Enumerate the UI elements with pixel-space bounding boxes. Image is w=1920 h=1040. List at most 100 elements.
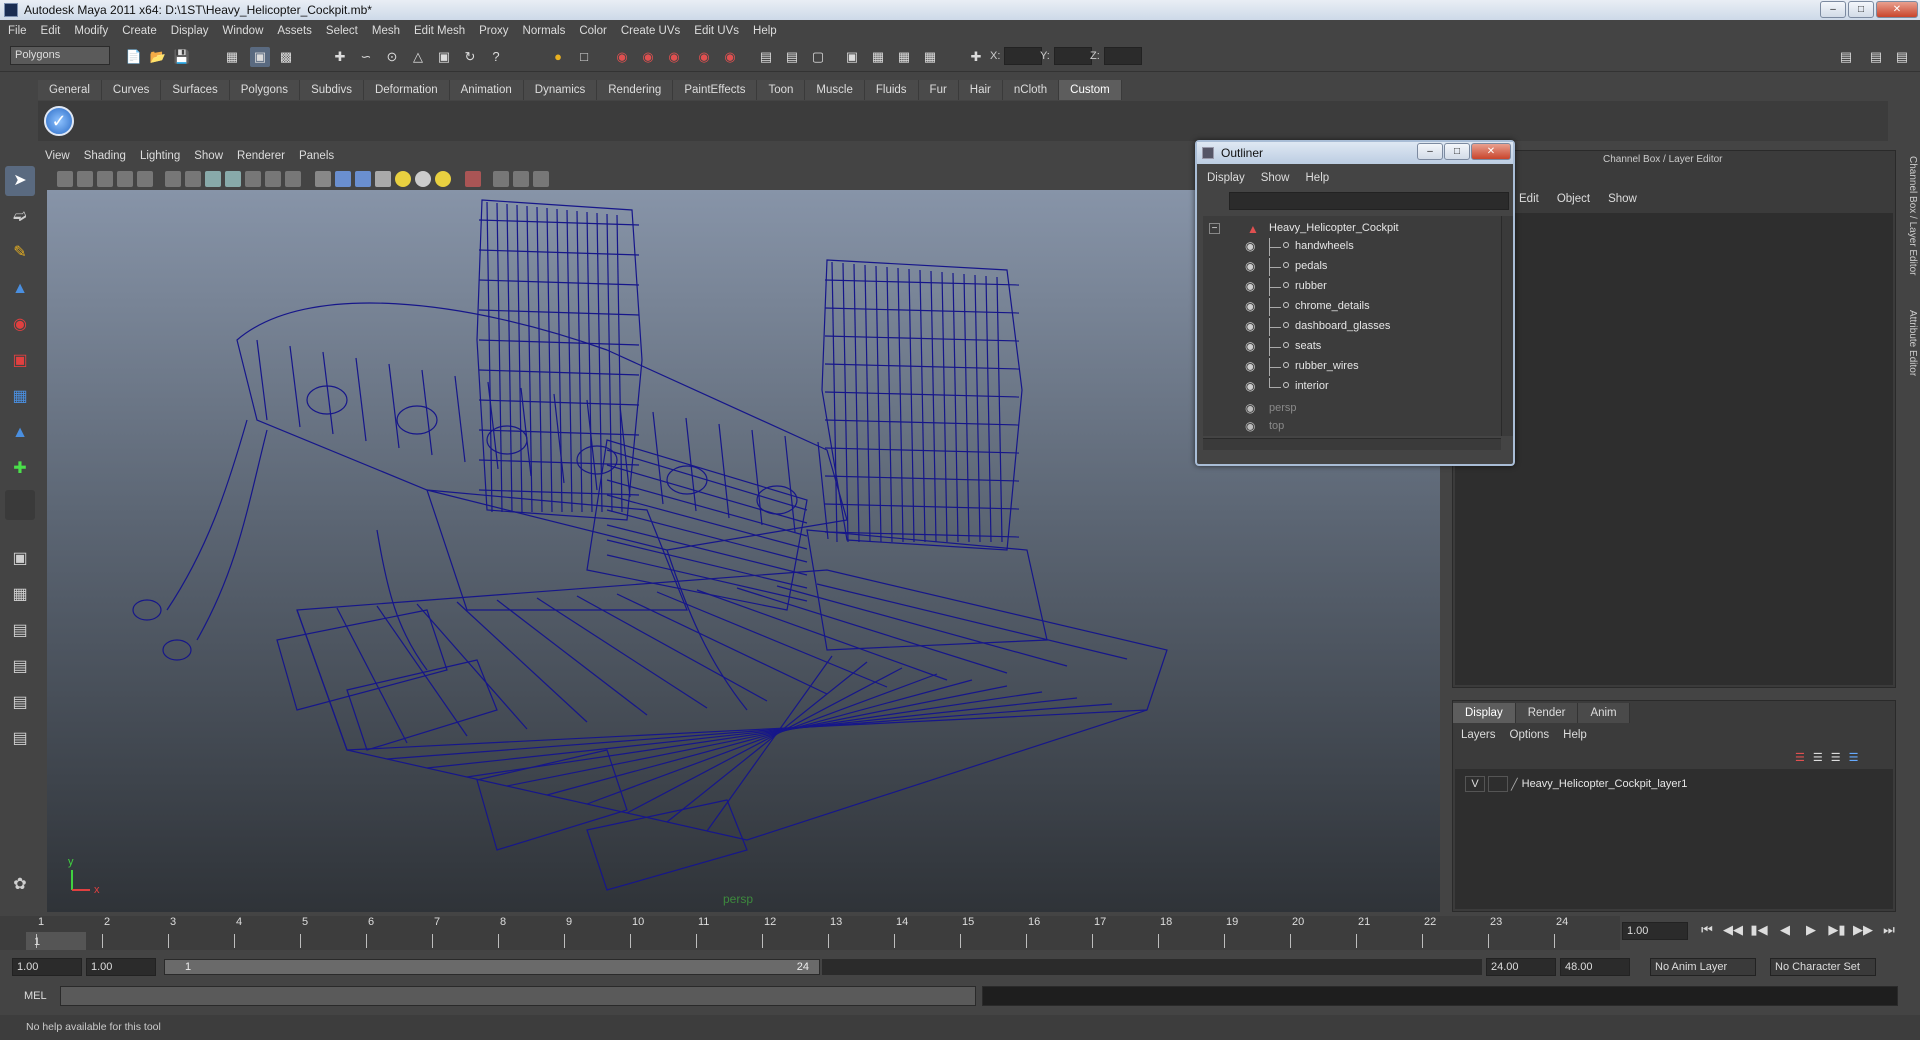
outliner-minimize-button[interactable]: – [1417, 143, 1443, 160]
four-view-layout-icon[interactable]: ▦ [5, 580, 35, 610]
sidebar-toggle-icon[interactable]: ▢ [808, 47, 828, 67]
layer-tab-anim[interactable]: Anim [1578, 703, 1630, 723]
scale-tool-icon[interactable]: ▣ [5, 346, 35, 376]
character-set-dropdown[interactable]: No Character Set [1770, 958, 1876, 976]
outliner-child-item[interactable]: ◉ seats [1203, 338, 1493, 356]
viewport-menu-renderer[interactable]: Renderer [237, 150, 285, 168]
outliner-child-item[interactable]: ◉ interior [1203, 378, 1493, 396]
grid-icon[interactable] [137, 171, 153, 187]
menu-create[interactable]: Create [122, 25, 157, 37]
render-settings-icon[interactable]: ◉ [664, 47, 684, 67]
menu-file[interactable]: File [8, 25, 27, 37]
menu-window[interactable]: Window [222, 25, 263, 37]
select-camera-icon[interactable] [57, 171, 73, 187]
go-to-end-icon[interactable]: ⏭ [1876, 922, 1902, 942]
ipr-render-icon[interactable]: ◉ [638, 47, 658, 67]
show-manip-icon[interactable]: ✚ [5, 454, 35, 484]
image-plane-icon[interactable] [117, 171, 133, 187]
xray-joints-icon[interactable] [513, 171, 529, 187]
shelf-tab-custom[interactable]: Custom [1059, 80, 1122, 100]
outliner-menu-help[interactable]: Help [1306, 172, 1330, 184]
go-to-start-icon[interactable]: ⏮ [1694, 922, 1720, 942]
layer-menu-help[interactable]: Help [1563, 729, 1587, 741]
lasso-tool-icon[interactable]: ➫ [5, 202, 35, 232]
menu-assets[interactable]: Assets [277, 25, 312, 37]
coord-x-input[interactable] [1004, 47, 1042, 65]
anim-layer-dropdown[interactable]: No Anim Layer [1650, 958, 1756, 976]
side-tab-attribute-editor[interactable]: Attribute Editor [1900, 310, 1918, 376]
menu-display[interactable]: Display [171, 25, 209, 37]
channel-box-menu-object[interactable]: Object [1557, 193, 1590, 205]
new-empty-layer-icon[interactable]: ☰ [1831, 751, 1841, 764]
shelf-tab-dynamics[interactable]: Dynamics [523, 80, 598, 100]
snap-plane-icon[interactable]: △ [408, 47, 428, 67]
layer-color-swatch-icon[interactable]: ╱ [1511, 778, 1518, 791]
outliner-child-item[interactable]: ◉ handwheels [1203, 238, 1493, 256]
menu-modify[interactable]: Modify [74, 25, 108, 37]
collapse-icon[interactable]: − [1209, 223, 1220, 234]
outliner-child-item[interactable]: ◉ rubber_wires [1203, 358, 1493, 376]
menu-select[interactable]: Select [326, 25, 358, 37]
resolution-gate-icon[interactable] [185, 171, 201, 187]
shelf-tab-rendering[interactable]: Rendering [597, 80, 674, 100]
outliner-child-item[interactable]: ◉ pedals [1203, 258, 1493, 276]
gate-mask-icon[interactable] [205, 171, 221, 187]
render-setup-icon[interactable]: ▦ [920, 47, 940, 67]
render-frame-icon[interactable]: ◉ [612, 47, 632, 67]
show-attribute-editor-icon[interactable]: ▤ [1836, 47, 1856, 67]
select-tool-icon[interactable]: ➤ [5, 166, 35, 196]
outliner-vertical-scrollbar[interactable] [1501, 216, 1513, 436]
outliner-maximize-button[interactable]: □ [1444, 143, 1470, 160]
shelf-tab-curves[interactable]: Curves [101, 80, 162, 100]
absolute-transform-icon[interactable]: ✚ [966, 47, 986, 67]
layer-tab-display[interactable]: Display [1453, 703, 1516, 723]
shelf-tab-hair[interactable]: Hair [958, 80, 1003, 100]
playback-start-field[interactable]: 1.00 [86, 958, 156, 976]
field-chart-icon[interactable] [225, 171, 241, 187]
outliner-filter-input[interactable] [1229, 192, 1509, 210]
snap-curve-icon[interactable]: ∽ [356, 47, 376, 67]
isolate-select-icon[interactable] [465, 171, 481, 187]
menu-set-dropdown[interactable]: Polygons [10, 46, 110, 65]
persp-outliner-layout-icon[interactable]: ▤ [5, 616, 35, 646]
open-scene-icon[interactable]: 📂 [148, 47, 168, 67]
shelf-tab-surfaces[interactable]: Surfaces [161, 80, 230, 100]
show-tool-settings-icon[interactable]: ▤ [1866, 47, 1886, 67]
textured-icon[interactable] [375, 171, 391, 187]
viewport-menu-view[interactable]: View [45, 150, 70, 168]
safe-title-icon[interactable] [265, 171, 281, 187]
snap-surface-icon[interactable]: ▣ [434, 47, 454, 67]
all-lights-icon[interactable] [415, 171, 431, 187]
outliner-menu-display[interactable]: Display [1207, 172, 1245, 184]
shelf-tab-toon[interactable]: Toon [757, 80, 806, 100]
step-back-frame-icon[interactable]: ▮◀ [1746, 922, 1772, 942]
input-type-icon[interactable]: ▤ [782, 47, 802, 67]
render-region-icon[interactable]: ▣ [842, 47, 862, 67]
soft-mod-icon[interactable]: ▲ [5, 418, 35, 448]
layer-menu-layers[interactable]: Layers [1461, 729, 1496, 741]
side-tab-channel-box[interactable]: Channel Box / Layer Editor [1900, 156, 1918, 276]
xray-components-icon[interactable] [533, 171, 549, 187]
single-perspective-layout-icon[interactable]: ▣ [5, 544, 35, 574]
layer-menu-options[interactable]: Options [1510, 729, 1550, 741]
checkmark-icon[interactable]: ✓ [44, 106, 74, 136]
outliner-child-item[interactable]: ◉ chrome_details [1203, 298, 1493, 316]
step-forward-key-icon[interactable]: ▶▶ [1850, 922, 1876, 942]
playback-end-field[interactable]: 24.00 [1486, 958, 1556, 976]
layer-display-type-toggle[interactable] [1488, 776, 1508, 792]
persp-graph-layout-icon[interactable]: ▤ [5, 652, 35, 682]
outliner-camera-item[interactable]: ◉ persp [1203, 400, 1493, 418]
persp-graph-hypergraph-layout-icon[interactable]: ▤ [5, 724, 35, 754]
layer-tab-render[interactable]: Render [1515, 703, 1579, 723]
channel-box-menu-edit[interactable]: Edit [1519, 193, 1539, 205]
select-by-object-icon[interactable]: ▣ [250, 47, 270, 67]
xray-icon[interactable] [493, 171, 509, 187]
camera-attributes-icon[interactable] [77, 171, 93, 187]
render-view-open-icon[interactable]: ▦ [894, 47, 914, 67]
help-question-icon[interactable]: ? [486, 47, 506, 67]
default-light-icon[interactable] [395, 171, 411, 187]
lock-icon[interactable]: ● [548, 47, 568, 67]
shelf-tab-muscle[interactable]: Muscle [805, 80, 865, 100]
close-button[interactable]: ✕ [1876, 1, 1918, 18]
command-language-label[interactable]: MEL [24, 990, 47, 1002]
